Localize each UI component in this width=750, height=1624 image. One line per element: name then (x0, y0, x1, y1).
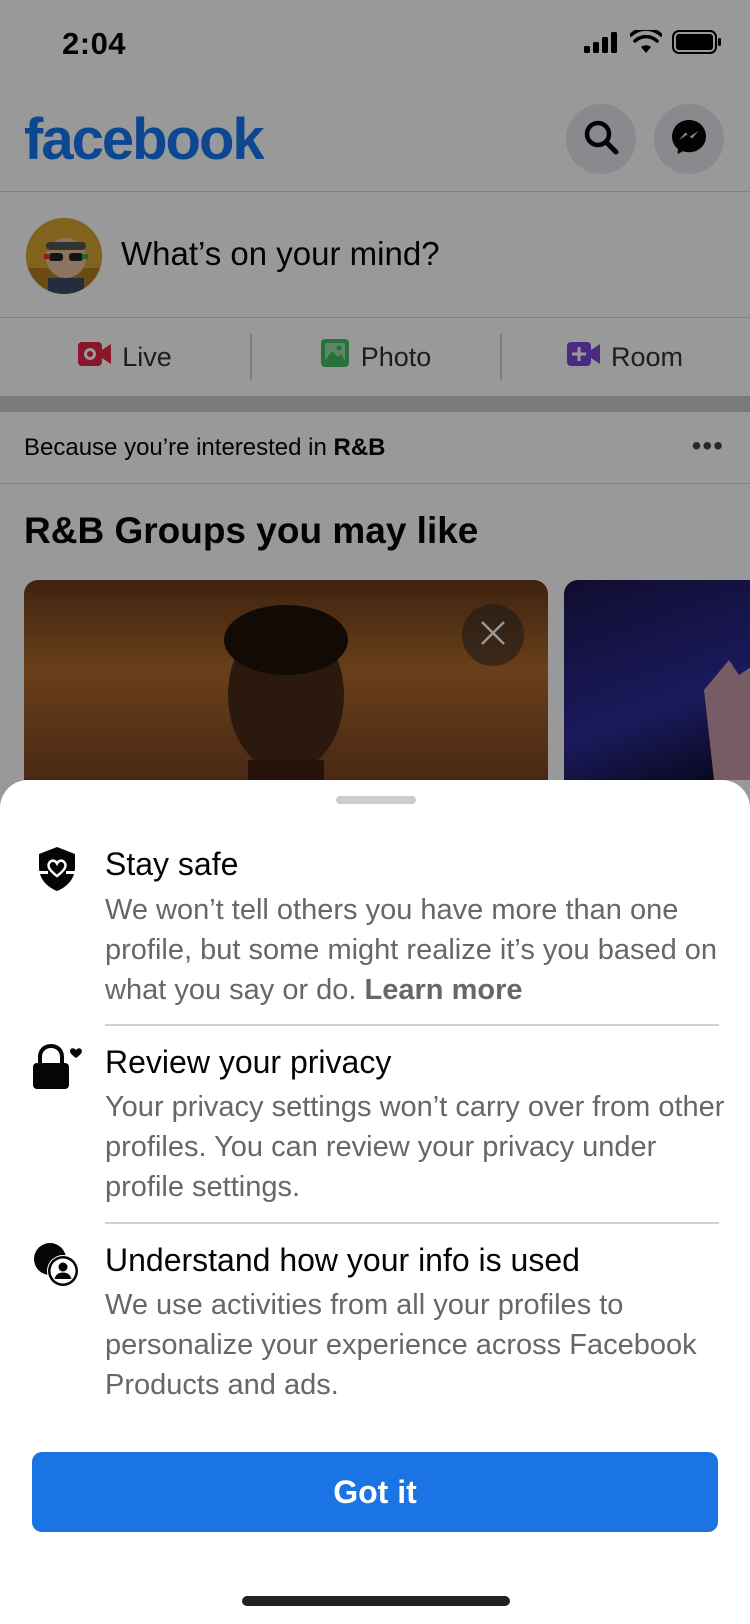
sheet-grabber[interactable] (336, 796, 416, 804)
info-bottom-sheet: Stay safe We won’t tell others you have … (0, 780, 750, 1624)
got-it-button[interactable]: Got it (32, 1452, 718, 1532)
learn-more-link[interactable]: Learn more (365, 974, 523, 1006)
review-privacy-title: Review your privacy (105, 1044, 392, 1080)
item-divider (105, 1222, 719, 1224)
stay-safe-body: We won’t tell others you have more than … (105, 894, 718, 1006)
stay-safe-title: Stay safe (105, 846, 239, 882)
info-usage-body: We use activities from all your profiles… (105, 1289, 697, 1401)
info-usage-title: Understand how your info is used (105, 1242, 580, 1278)
shield-heart-icon (32, 844, 82, 894)
home-indicator[interactable] (242, 1596, 510, 1606)
item-divider (105, 1024, 719, 1026)
lock-heart-icon (32, 1042, 82, 1092)
review-privacy-body: Your privacy settings won’t carry over f… (105, 1091, 725, 1203)
profiles-icon (32, 1240, 82, 1290)
